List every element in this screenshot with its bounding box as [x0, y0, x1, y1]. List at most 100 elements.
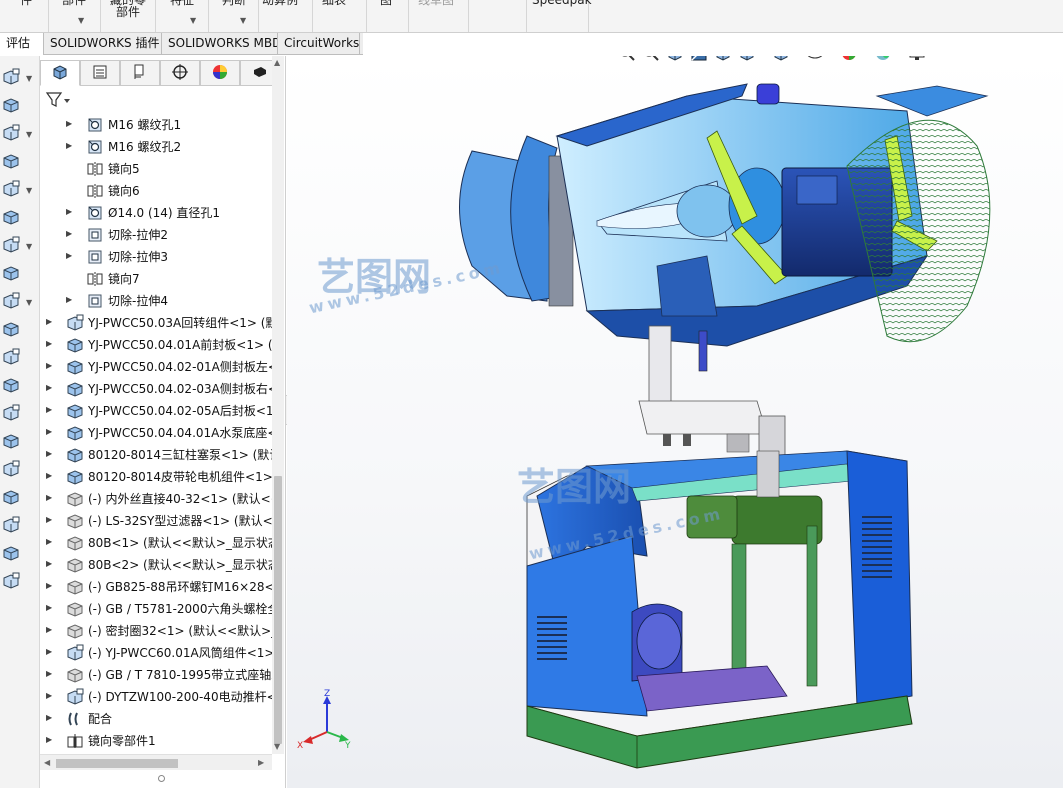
expand-arrow-icon[interactable]: ▶ [46, 691, 54, 701]
tree-item[interactable]: ▶ YJ-PWCC50.04.04.01A水泵底座< [40, 422, 272, 444]
tab-1[interactable]: SOLIDWORKS 插件 [44, 33, 162, 55]
expand-arrow-icon[interactable]: ▶ [46, 427, 54, 437]
tree-item[interactable]: ▶ (-) GB / T5781-2000六角头螺栓全 [40, 598, 272, 620]
dropdown-caret-icon[interactable]: ▼ [827, 56, 833, 57]
dropdown-caret-icon[interactable]: ▼ [895, 56, 901, 57]
zoom-area-icon[interactable] [641, 56, 661, 63]
tree-item[interactable]: ▶ (-) 内外丝直接40-32<1> (默认<< [40, 488, 272, 510]
scroll-up-arrow-icon[interactable]: ▲ [274, 58, 280, 67]
expand-arrow-icon[interactable]: ▶ [46, 449, 54, 459]
interference-icon[interactable] [2, 516, 20, 534]
tree-horizontal-scrollbar[interactable]: ◀ ▶ [40, 754, 272, 770]
tree-item[interactable]: ▶ M16 螺纹孔2 [40, 136, 272, 158]
zoom-to-fit-icon[interactable] [617, 56, 637, 63]
dropdown-caret-icon[interactable]: ▼ [929, 56, 935, 57]
tree-item[interactable]: ▶ YJ-PWCC50.04.01A前封板<1> (默 [40, 334, 272, 356]
scroll-left-arrow-icon[interactable]: ◀ [44, 758, 50, 767]
ribbon-group-2[interactable]: 藏的零 部件 [110, 0, 146, 18]
expand-arrow-icon[interactable]: ▶ [46, 559, 54, 569]
scroll-right-arrow-icon[interactable]: ▶ [258, 758, 264, 767]
tree-item[interactable]: ▶ YJ-PWCC50.04.02-01A侧封板左< [40, 356, 272, 378]
measure-icon[interactable] [2, 572, 20, 590]
instant3d-icon[interactable] [2, 404, 20, 422]
previous-view-icon[interactable] [665, 56, 685, 63]
vertical-scroll-thumb[interactable] [274, 476, 282, 744]
expand-arrow-icon[interactable]: ▶ [46, 515, 54, 525]
expand-arrow-icon[interactable]: ▶ [46, 581, 54, 591]
property-manager-tab[interactable] [80, 60, 120, 86]
update-speedpak-icon[interactable] [2, 432, 20, 450]
tree-item[interactable]: 镜向6 [40, 180, 272, 202]
dropdown-caret-icon[interactable]: ▼ [26, 74, 32, 83]
dimxpert-tab[interactable] [160, 60, 200, 86]
section-view-icon[interactable] [689, 56, 709, 63]
large-assembly-icon[interactable] [2, 488, 20, 506]
tab-3[interactable]: CircuitWorks [278, 33, 360, 55]
tree-vertical-scrollbar[interactable]: ▲ ▼ [272, 56, 284, 754]
dropdown-caret-icon[interactable]: ▼ [26, 130, 32, 139]
panel-resize-grip-icon[interactable] [158, 775, 165, 782]
smart-fastener-icon[interactable] [2, 152, 20, 170]
ribbon-group-3[interactable]: 特征 [170, 0, 194, 6]
dropdown-caret-icon[interactable]: ▼ [26, 186, 32, 195]
expand-arrow-icon[interactable]: ▶ [66, 207, 74, 217]
tree-item[interactable]: ▶ (-) DYTZW100-200-40电动推杆< [40, 686, 272, 708]
expand-arrow-icon[interactable]: ▶ [46, 493, 54, 503]
ribbon-dropdown-caret-icon[interactable]: ▼ [78, 16, 84, 25]
expand-arrow-icon[interactable]: ▶ [66, 229, 74, 239]
dynamic-annotation-icon[interactable] [713, 56, 733, 63]
linear-pattern-icon[interactable] [2, 124, 20, 142]
take-snapshot-icon[interactable] [2, 460, 20, 478]
ribbon-dropdown-caret-icon[interactable]: ▼ [190, 16, 196, 25]
expand-arrow-icon[interactable]: ▶ [66, 251, 74, 261]
clearance-icon[interactable] [2, 544, 20, 562]
tree-item[interactable]: ▶ 80120-8014三缸柱塞泵<1> (默认 [40, 444, 272, 466]
tree-filter-button[interactable] [44, 90, 76, 110]
expand-arrow-icon[interactable]: ▶ [46, 603, 54, 613]
tree-item[interactable]: ▶ (-) YJ-PWCC60.01A风筒组件<1> [40, 642, 272, 664]
show-hidden-icon[interactable] [2, 208, 20, 226]
move-component-icon[interactable] [2, 180, 20, 198]
tree-item[interactable]: ▶ 配合 [40, 708, 272, 730]
tree-item[interactable]: ▶ (-) 密封圈32<1> (默认<<默认>_显 [40, 620, 272, 642]
ribbon-group-6[interactable]: 细表 [322, 0, 346, 6]
hide-show-items-icon[interactable] [805, 56, 825, 63]
tree-item[interactable]: ▶ 镜向零部件1 [40, 730, 272, 752]
dropdown-caret-icon[interactable]: ▼ [26, 298, 32, 307]
ribbon-dropdown-caret-icon[interactable]: ▼ [240, 16, 246, 25]
dropdown-caret-icon[interactable]: ▼ [861, 56, 867, 57]
mate-icon[interactable] [2, 96, 20, 114]
assembly-features-icon[interactable] [2, 236, 20, 254]
ribbon-group-0[interactable]: 件 [20, 0, 32, 6]
configuration-manager-tab[interactable] [120, 60, 160, 86]
tree-item[interactable]: ▶ 切除-拉伸4 [40, 290, 272, 312]
tree-item[interactable]: 镜向7 [40, 268, 272, 290]
tree-item[interactable]: ▶ 80120-8014皮带轮电机组件<1> [40, 466, 272, 488]
expand-arrow-icon[interactable]: ▶ [46, 471, 54, 481]
apply-scene-icon[interactable] [873, 56, 893, 63]
ribbon-group-7[interactable]: 图 [380, 0, 392, 6]
scroll-down-arrow-icon[interactable]: ▼ [274, 742, 280, 751]
tree-item[interactable]: ▶ YJ-PWCC50.03A回转组件<1> (默 [40, 312, 272, 334]
expand-arrow-icon[interactable]: ▶ [46, 647, 54, 657]
display-style-icon[interactable] [771, 56, 791, 63]
graphics-area[interactable]: Z X Y 艺图网 www.52des.com 艺图网 www.52des.co… [287, 56, 1063, 788]
tree-item[interactable]: ▶ 80B<1> (默认<<默认>_显示状态 [40, 532, 272, 554]
exploded-view-icon[interactable] [2, 348, 20, 366]
expand-arrow-icon[interactable]: ▶ [46, 361, 54, 371]
tab-2[interactable]: SOLIDWORKS MBD [162, 33, 278, 55]
view-orientation-icon[interactable] [737, 56, 757, 63]
expand-arrow-icon[interactable]: ▶ [46, 735, 54, 745]
horizontal-scroll-thumb[interactable] [56, 759, 178, 768]
tree-item[interactable]: 镜向5 [40, 158, 272, 180]
tree-item[interactable]: ▶ (-) GB / T 7810-1995带立式座轴承 [40, 664, 272, 686]
tab-0[interactable]: 评估 [0, 33, 44, 55]
display-manager-tab[interactable] [200, 60, 240, 86]
ribbon-group-1[interactable]: 部件 [62, 0, 86, 6]
ribbon-group-9[interactable]: Speedpak [532, 0, 592, 6]
tree-item[interactable]: ▶ (-) GB825-88吊环螺钉M16×28< [40, 576, 272, 598]
tree-item[interactable]: ▶ 切除-拉伸3 [40, 246, 272, 268]
tree-item[interactable]: ▶ (-) LS-32SY型过滤器<1> (默认<< [40, 510, 272, 532]
expand-arrow-icon[interactable]: ▶ [66, 141, 74, 151]
dropdown-caret-icon[interactable]: ▼ [793, 56, 799, 57]
